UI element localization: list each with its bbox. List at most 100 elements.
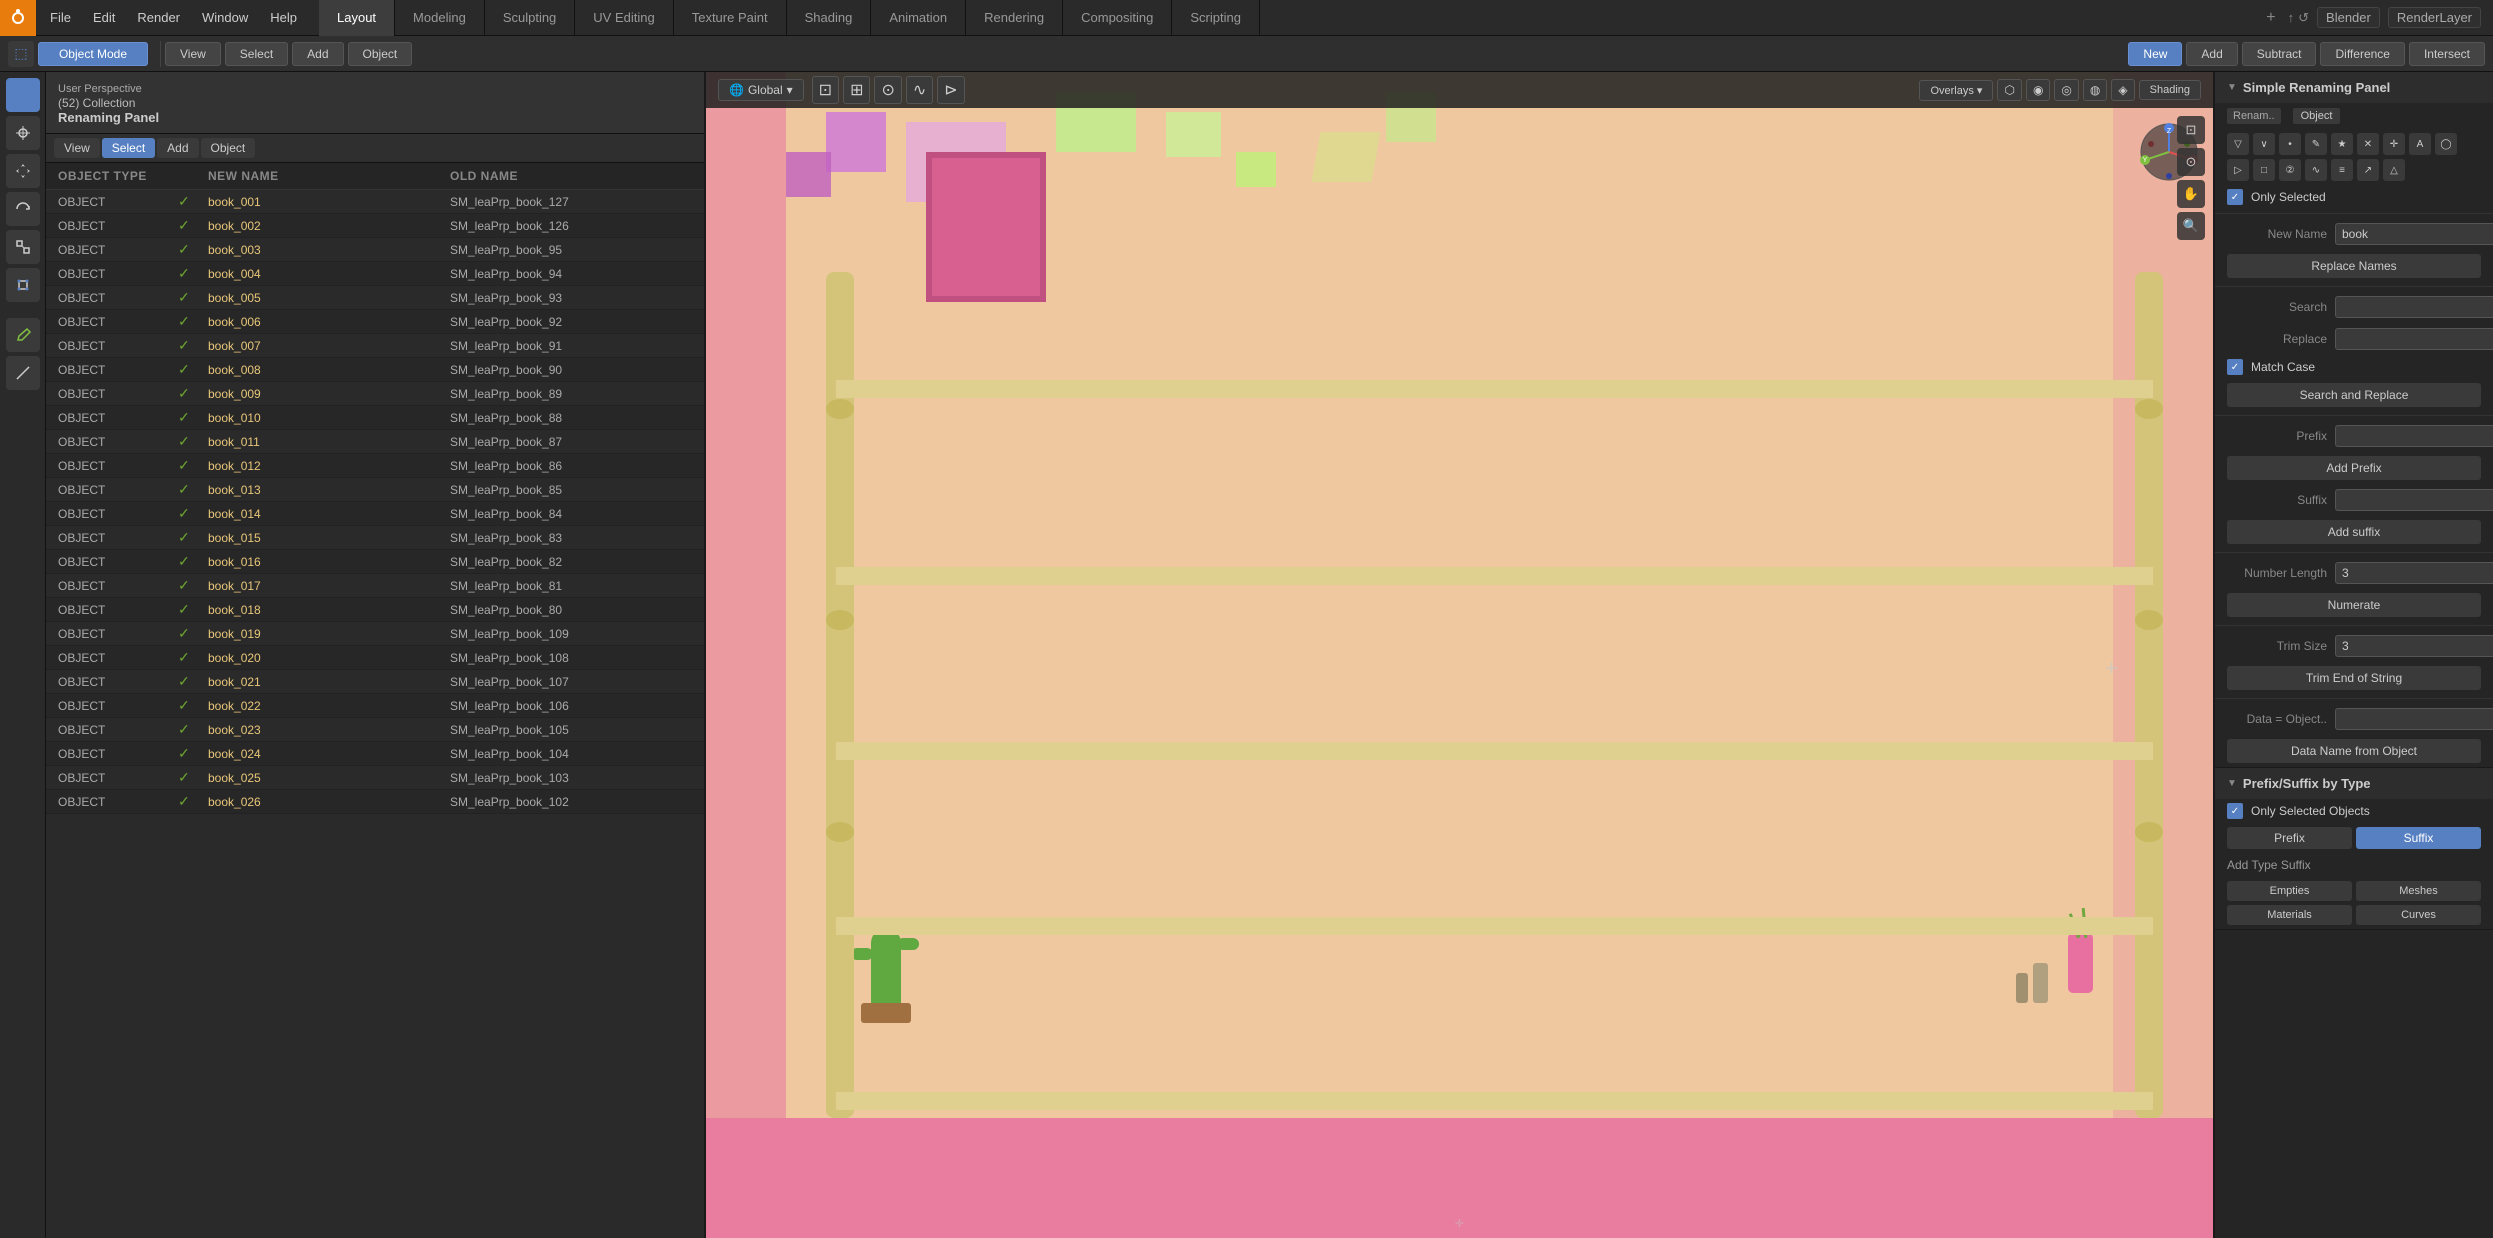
number-length-input[interactable] — [2335, 562, 2493, 584]
move-tool-btn[interactable] — [6, 154, 40, 188]
tab-modeling[interactable]: Modeling — [395, 0, 485, 36]
table-row[interactable]: OBJECT ✓ book_011 SM_leaPrp_book_87 — [46, 430, 704, 454]
prefix-input[interactable] — [2335, 425, 2493, 447]
icon-ring-btn[interactable]: ◯ — [2435, 133, 2457, 155]
add-workspace-btn[interactable]: + — [2266, 9, 2275, 27]
menu-file[interactable]: File — [40, 6, 81, 29]
panel-select-btn[interactable]: Select — [102, 138, 155, 158]
type-materials[interactable]: Materials — [2227, 905, 2352, 925]
tab-shading[interactable]: Shading — [787, 0, 872, 36]
table-row[interactable]: OBJECT ✓ book_026 SM_leaPrp_book_102 — [46, 790, 704, 814]
viewport-canvas[interactable]: 🌐 Global ▾ ⊡ ⊞ ⊙ ∿ ⊳ Overlays ▾ ⬡ — [706, 72, 2213, 1238]
new-name-input[interactable] — [2335, 223, 2493, 245]
menu-window[interactable]: Window — [192, 6, 258, 29]
simple-renaming-panel-header[interactable]: ▼ Simple Renaming Panel — [2215, 72, 2493, 103]
add-suffix-btn[interactable]: Add suffix — [2227, 520, 2481, 544]
tab-compositing[interactable]: Compositing — [1063, 0, 1172, 36]
tab-scripting[interactable]: Scripting — [1172, 0, 1260, 36]
subtract-btn[interactable]: Subtract — [2242, 42, 2317, 66]
prefix-suffix-section-header[interactable]: ▼ Prefix/Suffix by Type — [2215, 768, 2493, 799]
table-row[interactable]: OBJECT ✓ book_020 SM_leaPrp_book_108 — [46, 646, 704, 670]
add-op-btn[interactable]: Add — [2186, 42, 2237, 66]
select-tool-btn[interactable] — [6, 78, 40, 112]
object-btn[interactable]: Object — [348, 42, 413, 66]
data-name-from-object-btn[interactable]: Data Name from Object — [2227, 739, 2481, 763]
tab-layout[interactable]: Layout — [319, 0, 395, 36]
table-row[interactable]: OBJECT ✓ book_019 SM_leaPrp_book_109 — [46, 622, 704, 646]
icon-x-btn[interactable]: ✕ — [2357, 133, 2379, 155]
table-row[interactable]: OBJECT ✓ book_012 SM_leaPrp_book_86 — [46, 454, 704, 478]
tab-texture-paint[interactable]: Texture Paint — [674, 0, 787, 36]
table-row[interactable]: OBJECT ✓ book_013 SM_leaPrp_book_85 — [46, 478, 704, 502]
transform-tool-btn[interactable] — [6, 268, 40, 302]
icon-wave-btn[interactable]: ∿ — [2305, 159, 2327, 181]
table-row[interactable]: OBJECT ✓ book_004 SM_leaPrp_book_94 — [46, 262, 704, 286]
table-row[interactable]: OBJECT ✓ book_015 SM_leaPrp_book_83 — [46, 526, 704, 550]
table-row[interactable]: OBJECT ✓ book_001 SM_leaPrp_book_127 — [46, 190, 704, 214]
numerate-btn[interactable]: Numerate — [2227, 593, 2481, 617]
table-row[interactable]: OBJECT ✓ book_009 SM_leaPrp_book_89 — [46, 382, 704, 406]
viewport-plus-btn[interactable]: + — [2105, 655, 2118, 681]
viewport-shade3[interactable]: ◎ — [2054, 79, 2078, 101]
new-btn[interactable]: New — [2128, 42, 2182, 66]
icon-v-btn[interactable]: ∨ — [2253, 133, 2275, 155]
trim-size-input[interactable] — [2335, 635, 2493, 657]
object-mode-btn[interactable]: Object Mode — [38, 42, 148, 66]
replace-input[interactable] — [2335, 328, 2493, 350]
icon-sq-btn[interactable]: □ — [2253, 159, 2275, 181]
difference-btn[interactable]: Difference — [2320, 42, 2404, 66]
table-row[interactable]: OBJECT ✓ book_002 SM_leaPrp_book_126 — [46, 214, 704, 238]
rotate-tool-btn[interactable] — [6, 192, 40, 226]
table-row[interactable]: OBJECT ✓ book_006 SM_leaPrp_book_92 — [46, 310, 704, 334]
table-row[interactable]: OBJECT ✓ book_008 SM_leaPrp_book_90 — [46, 358, 704, 382]
type-meshes[interactable]: Meshes — [2356, 881, 2481, 901]
annotate-tool-btn[interactable] — [6, 318, 40, 352]
panel-view-btn[interactable]: View — [54, 138, 100, 158]
only-selected-checkbox[interactable]: ✓ — [2227, 189, 2243, 205]
viewport-overlay-btn3[interactable]: ⊙ — [874, 76, 901, 104]
trim-end-of-string-btn[interactable]: Trim End of String — [2227, 666, 2481, 690]
tab-uv-editing[interactable]: UV Editing — [575, 0, 673, 36]
icon-star-btn[interactable]: ★ — [2331, 133, 2353, 155]
table-row[interactable]: OBJECT ✓ book_014 SM_leaPrp_book_84 — [46, 502, 704, 526]
table-row[interactable]: OBJECT ✓ book_007 SM_leaPrp_book_91 — [46, 334, 704, 358]
table-row[interactable]: OBJECT ✓ book_021 SM_leaPrp_book_107 — [46, 670, 704, 694]
light-tool-btn[interactable]: ⊙ — [2177, 148, 2205, 176]
ps-prefix-btn[interactable]: Prefix — [2227, 827, 2352, 849]
table-row[interactable]: OBJECT ✓ book_018 SM_leaPrp_book_80 — [46, 598, 704, 622]
icon-edit-btn[interactable]: ✎ — [2305, 133, 2327, 155]
ps-suffix-btn[interactable]: Suffix — [2356, 827, 2481, 849]
viewport-overlay-btn2[interactable]: ⊞ — [843, 76, 870, 104]
view-btn[interactable]: View — [165, 42, 221, 66]
icon-bars-btn[interactable]: ≡ — [2331, 159, 2353, 181]
data-input[interactable] — [2335, 708, 2493, 730]
viewport-mode-dropdown[interactable]: 🌐 Global ▾ — [718, 79, 804, 101]
mode-icon[interactable]: ⬚ — [8, 41, 34, 67]
table-row[interactable]: OBJECT ✓ book_024 SM_leaPrp_book_104 — [46, 742, 704, 766]
scene-name[interactable]: Blender — [2317, 7, 2380, 28]
object-dropdown[interactable]: Object — [2293, 108, 2341, 124]
overlays-btn[interactable]: Overlays ▾ — [1919, 80, 1993, 101]
type-empties[interactable]: Empties — [2227, 881, 2352, 901]
panel-object-btn[interactable]: Object — [201, 138, 256, 158]
viewport-shade5[interactable]: ◈ — [2111, 79, 2134, 101]
add-prefix-btn[interactable]: Add Prefix — [2227, 456, 2481, 480]
intersect-btn[interactable]: Intersect — [2409, 42, 2485, 66]
scale-tool-btn[interactable] — [6, 230, 40, 264]
table-row[interactable]: OBJECT ✓ book_010 SM_leaPrp_book_88 — [46, 406, 704, 430]
type-curves[interactable]: Curves — [2356, 905, 2481, 925]
hand-tool-btn[interactable]: ✋ — [2177, 180, 2205, 208]
icon-dot-btn[interactable]: • — [2279, 133, 2301, 155]
icon-cross-btn[interactable]: ✛ — [2383, 133, 2405, 155]
icon-2-btn[interactable]: ② — [2279, 159, 2301, 181]
menu-render[interactable]: Render — [127, 6, 190, 29]
measure-tool-btn[interactable] — [6, 356, 40, 390]
icon-play-btn[interactable]: ▷ — [2227, 159, 2249, 181]
select-btn[interactable]: Select — [225, 42, 288, 66]
table-row[interactable]: OBJECT ✓ book_025 SM_leaPrp_book_103 — [46, 766, 704, 790]
table-row[interactable]: OBJECT ✓ book_022 SM_leaPrp_book_106 — [46, 694, 704, 718]
table-row[interactable]: OBJECT ✓ book_023 SM_leaPrp_book_105 — [46, 718, 704, 742]
render-layer[interactable]: RenderLayer — [2388, 7, 2481, 28]
shading-btn[interactable]: Shading — [2139, 80, 2201, 100]
icon-arrow-btn[interactable]: ↗ — [2357, 159, 2379, 181]
